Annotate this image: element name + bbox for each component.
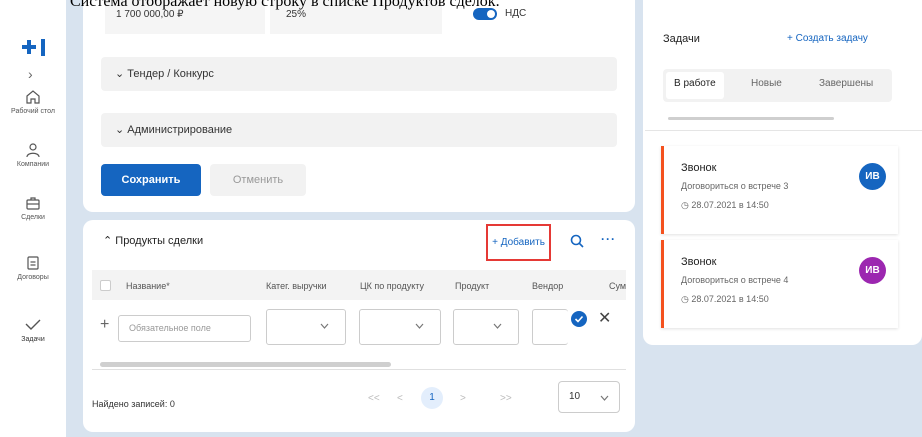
column-header[interactable]: Название* <box>126 281 170 291</box>
horizontal-scrollbar[interactable] <box>100 362 391 367</box>
product-select[interactable] <box>453 309 519 345</box>
search-icon[interactable] <box>570 234 584 248</box>
chevron-down-icon <box>320 323 329 329</box>
vendor-select[interactable] <box>532 309 568 345</box>
save-button[interactable]: Сохранить <box>101 164 201 196</box>
tab-completed[interactable]: Завершены <box>819 78 873 89</box>
section-title: Тендер / Конкурс <box>127 68 214 80</box>
sidebar-nav: › Рабочий стол Компании Сделки Договоры … <box>0 0 66 437</box>
chevron-down-icon: ⌄ <box>115 68 128 80</box>
column-header[interactable]: Катег. выручки <box>266 281 327 291</box>
task-card[interactable]: Звонок Договориться о встрече 3 ◷ 28.07.… <box>661 146 898 234</box>
page-size-select[interactable]: 10 <box>558 381 620 413</box>
clock-icon: ◷ <box>681 294 692 304</box>
chevron-down-icon <box>415 323 424 329</box>
sidebar-item-label: Договоры <box>17 274 49 281</box>
confirm-row-icon[interactable] <box>571 311 587 327</box>
check-icon <box>25 319 41 330</box>
vat-label: НДС <box>505 8 527 19</box>
divider <box>645 130 922 131</box>
sidebar-item-label: Сделки <box>21 214 45 221</box>
task-date-text: 28.07.2021 в 14:50 <box>691 294 769 304</box>
tender-section-header[interactable]: ⌄ Тендер / Конкурс <box>101 57 617 91</box>
chevron-down-icon <box>600 395 609 401</box>
records-found-text: Найдено записей: 0 <box>92 399 175 409</box>
clock-icon: ◷ <box>681 200 692 210</box>
more-icon[interactable]: ··· <box>601 232 616 246</box>
chevron-down-icon <box>493 323 502 329</box>
expand-chevron-icon[interactable]: › <box>28 66 33 82</box>
caption-text: Система отображает новую строку в списке… <box>70 0 500 10</box>
product-name-input[interactable]: Обязательное поле <box>118 315 251 342</box>
task-date: ◷ 28.07.2021 в 14:50 <box>681 200 769 211</box>
sidebar-item-label: Компании <box>16 161 50 168</box>
tab-in-progress[interactable]: В работе <box>666 72 724 99</box>
tasks-title: Задачи <box>663 33 700 45</box>
tabs-scrollbar[interactable] <box>668 117 834 120</box>
section-title: Администрирование <box>127 124 233 136</box>
column-header[interactable]: Продукт <box>455 281 489 291</box>
sidebar-item-companies[interactable]: Компании <box>0 142 66 168</box>
task-tabs: В работе Новые Завершены <box>663 69 892 102</box>
divider <box>92 369 626 370</box>
select-all-checkbox[interactable] <box>100 280 111 291</box>
person-icon <box>26 143 40 158</box>
first-page-button[interactable]: << <box>368 393 380 404</box>
column-header[interactable]: ЦК по продукту <box>360 281 424 291</box>
avatar: ИВ <box>859 257 886 284</box>
app-root: Система отображает новую строку в списке… <box>0 0 922 437</box>
cancel-button[interactable]: Отменить <box>210 164 306 196</box>
close-icon[interactable]: ✕ <box>598 308 611 328</box>
sidebar-item-desktop[interactable]: Рабочий стол <box>0 89 66 115</box>
sidebar-item-label: Задачи <box>21 336 45 343</box>
sidebar-item-label: Рабочий стол <box>11 108 55 115</box>
revenue-category-select[interactable] <box>266 309 346 345</box>
sidebar-item-contracts[interactable]: Договоры <box>0 255 66 281</box>
section-title: Продукты сделки <box>115 235 204 247</box>
add-product-button[interactable]: + Добавить <box>486 224 551 261</box>
task-date-text: 28.07.2021 в 14:50 <box>691 200 769 210</box>
task-date: ◷ 28.07.2021 в 14:50 <box>681 294 769 305</box>
page-size-value: 10 <box>569 391 581 402</box>
column-header[interactable]: Сум <box>609 281 626 291</box>
avatar: ИВ <box>859 163 886 190</box>
briefcase-icon <box>26 197 40 210</box>
current-page-button[interactable]: 1 <box>421 387 443 409</box>
task-title: Звонок <box>681 162 717 174</box>
next-page-button[interactable]: > <box>460 393 466 404</box>
tab-new[interactable]: Новые <box>751 78 782 89</box>
task-description: Договориться о встрече 3 <box>681 181 789 191</box>
plus-icon[interactable]: + <box>100 316 109 334</box>
column-header[interactable]: Вендор <box>532 281 563 291</box>
logo-icon[interactable] <box>22 36 48 58</box>
sidebar-item-deals[interactable]: Сделки <box>0 195 66 221</box>
admin-section-header[interactable]: ⌄ Администрирование <box>101 113 617 147</box>
sidebar-item-tasks[interactable]: Задачи <box>0 317 66 343</box>
prev-page-button[interactable]: < <box>397 393 403 404</box>
task-title: Звонок <box>681 256 717 268</box>
task-card[interactable]: Звонок Договориться о встрече 4 ◷ 28.07.… <box>661 240 898 328</box>
home-icon <box>26 90 40 104</box>
cost-center-select[interactable] <box>359 309 441 345</box>
table-header: Название* Катег. выручки ЦК по продукту … <box>92 270 626 300</box>
products-section-header[interactable]: ⌃ Продукты сделки <box>103 234 203 247</box>
chevron-up-icon: ⌃ <box>103 235 116 247</box>
chevron-down-icon: ⌄ <box>115 124 128 136</box>
task-description: Договориться о встрече 4 <box>681 275 789 285</box>
create-task-button[interactable]: + Создать задачу <box>787 33 868 44</box>
document-icon <box>27 256 39 270</box>
last-page-button[interactable]: >> <box>500 393 512 404</box>
